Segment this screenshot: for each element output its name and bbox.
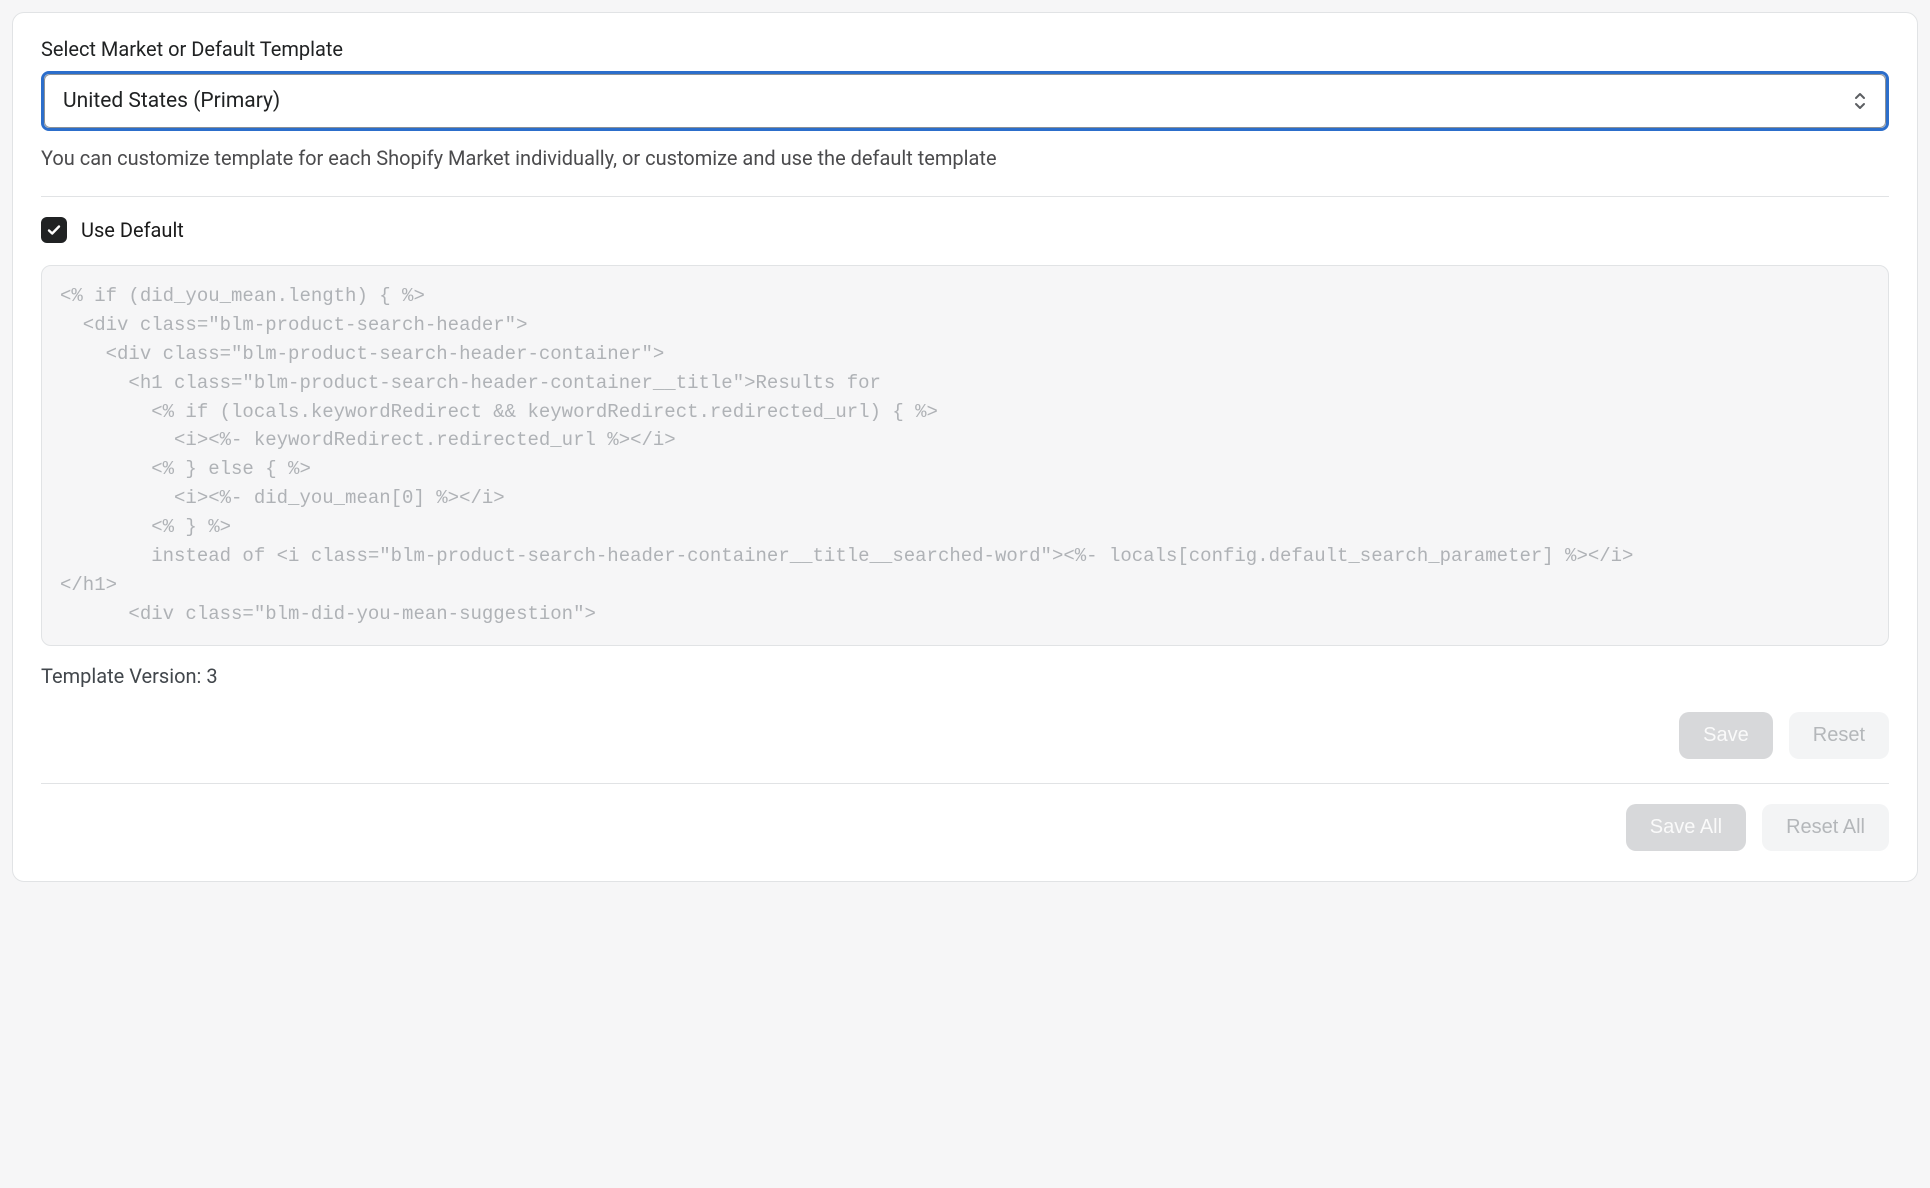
divider: [41, 783, 1889, 784]
checkmark-icon: [46, 222, 62, 238]
use-default-label: Use Default: [81, 218, 184, 242]
market-select[interactable]: United States (Primary): [44, 74, 1886, 128]
template-version-value: 3: [206, 664, 217, 688]
save-button[interactable]: Save: [1679, 712, 1773, 759]
market-select-helper: You can customize template for each Shop…: [41, 145, 1889, 172]
template-code-editor[interactable]: <% if (did_you_mean.length) { %> <div cl…: [41, 265, 1889, 646]
template-version: Template Version: 3: [41, 664, 1889, 688]
market-select-value: United States (Primary): [63, 89, 280, 113]
chevron-up-down-icon: [1853, 91, 1867, 111]
divider: [41, 196, 1889, 197]
use-default-row: Use Default: [41, 217, 1889, 243]
global-button-row: Save All Reset All: [41, 804, 1889, 851]
reset-all-button[interactable]: Reset All: [1762, 804, 1889, 851]
template-button-row: Save Reset: [41, 712, 1889, 759]
market-select-label: Select Market or Default Template: [41, 37, 1889, 61]
template-settings-card: Select Market or Default Template United…: [12, 12, 1918, 882]
market-select-focus-ring: United States (Primary): [41, 71, 1889, 131]
save-all-button[interactable]: Save All: [1626, 804, 1746, 851]
template-version-label: Template Version:: [41, 664, 206, 688]
use-default-checkbox[interactable]: [41, 217, 67, 243]
reset-button[interactable]: Reset: [1789, 712, 1889, 759]
